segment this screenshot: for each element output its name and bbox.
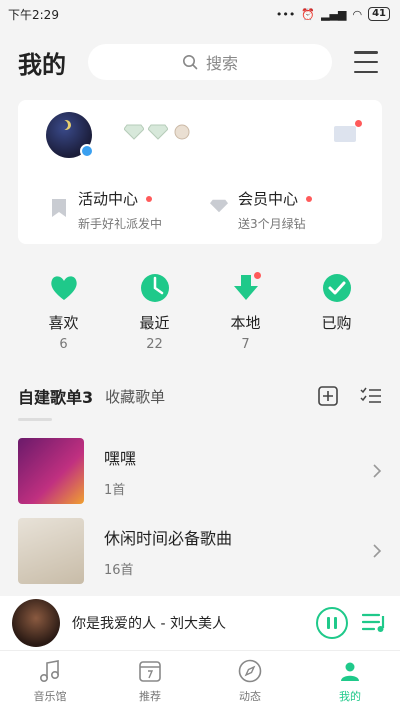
pause-bar (334, 617, 337, 629)
wifi-icon: ◠ (352, 7, 363, 21)
level-badge-icon (174, 124, 190, 140)
signal-icon: ▂▄▆ (321, 7, 347, 21)
playlist-count: 1首 (104, 482, 126, 498)
nav-recommend[interactable]: 推荐 (100, 651, 200, 711)
moon-icon (58, 120, 68, 130)
quick-count: 7 (241, 337, 250, 352)
playlist-cover (18, 438, 84, 504)
diamond-icon (210, 199, 228, 213)
status-icons: ••• ⏰ ▂▄▆ ◠ 41 (276, 7, 390, 21)
search-icon (182, 55, 198, 70)
nav-label: 我的 (339, 690, 361, 703)
now-playing-title: 你是我爱的人 - 刘大美人 (72, 616, 226, 632)
mail-icon[interactable] (334, 126, 356, 142)
activity-center-text: 活动中心 新手好礼派发中 (78, 188, 162, 232)
quick-local[interactable]: 本地 7 (200, 272, 291, 352)
quick-label: 已购 (321, 314, 352, 332)
notification-dot (254, 272, 261, 279)
activity-center-subtitle: 新手好礼派发中 (78, 217, 163, 231)
playlist-title: 嘿嘿 (104, 448, 137, 468)
pause-button[interactable] (316, 607, 348, 639)
menu-button[interactable] (354, 51, 378, 73)
album-art[interactable] (12, 599, 60, 647)
nav-label: 动态 (239, 690, 261, 703)
playlist-count: 16首 (104, 562, 134, 578)
nav-music-hall[interactable]: 音乐馆 (0, 651, 100, 711)
header: 我的 搜索 (0, 40, 400, 84)
tab-created-playlists[interactable]: 自建歌单3 (18, 384, 93, 408)
quick-recent[interactable]: 最近 22 (109, 272, 200, 352)
quick-purchased[interactable]: 已购 (291, 272, 382, 352)
bottom-nav: 音乐馆 推荐 动态 我的 (0, 650, 400, 711)
playlist-queue-icon[interactable] (362, 612, 388, 634)
vip-badges[interactable] (124, 124, 192, 140)
nav-label: 音乐馆 (33, 690, 67, 703)
playlist-title: 休闲时间必备歌曲 (104, 528, 233, 548)
chevron-right-icon (373, 544, 382, 558)
quick-count: 6 (59, 337, 68, 352)
status-time: 下午2:29 (8, 7, 59, 22)
activity-center-title: 活动中心 (78, 190, 139, 208)
playlist-cover (18, 518, 84, 584)
mini-player[interactable]: 你是我爱的人 - 刘大美人 (0, 596, 400, 650)
bookmark-icon (52, 199, 66, 217)
vip-center[interactable]: 会员中心 送3个月绿钻 (210, 188, 313, 232)
nav-mine[interactable]: 我的 (300, 651, 400, 711)
profile-icon (341, 662, 359, 681)
quick-label: 本地 (230, 314, 261, 332)
check-icon (322, 274, 351, 302)
nav-label: 推荐 (139, 690, 161, 703)
status-bar: 下午2:29 ••• ⏰ ▂▄▆ ◠ 41 (0, 0, 400, 28)
activity-center[interactable]: 活动中心 新手好礼派发中 (50, 188, 162, 232)
quick-label: 最近 (139, 314, 170, 332)
quick-count: 22 (146, 337, 163, 352)
notification-dot (146, 195, 153, 202)
vip-center-text: 会员中心 送3个月绿钻 (238, 188, 313, 232)
playlist-text: 休闲时间必备歌曲 16首 (104, 525, 232, 578)
alarm-icon: ⏰ (301, 7, 316, 21)
notification-dot (306, 195, 313, 202)
playlist-actions (318, 386, 382, 406)
quick-access: 喜欢 6 最近 22 本地 7 已购 (18, 272, 382, 352)
chevron-right-icon (373, 464, 382, 478)
playlist-item[interactable]: 嘿嘿 1首 (18, 438, 382, 504)
tab-underline (18, 418, 52, 421)
battery-indicator: 41 (368, 7, 390, 21)
playlist-item[interactable]: 休闲时间必备歌曲 16首 (18, 518, 382, 584)
clock-icon (140, 274, 169, 302)
profile-card: 活动中心 新手好礼派发中 会员中心 送3个月绿钻 (18, 100, 382, 244)
vip-center-title: 会员中心 (238, 190, 299, 208)
pause-bar (327, 617, 330, 629)
search-placeholder: 搜索 (205, 54, 238, 73)
playlist-tabs: 自建歌单3 收藏歌单 (18, 384, 382, 421)
more-dots-icon: ••• (275, 7, 296, 21)
menu-line (354, 51, 378, 54)
calendar-icon (139, 661, 161, 682)
search-input[interactable]: 搜索 (88, 44, 332, 80)
compass-icon (238, 659, 262, 683)
quick-label: 喜欢 (48, 314, 79, 332)
manage-playlist-icon[interactable] (360, 387, 382, 405)
notification-dot (355, 120, 362, 127)
menu-line (354, 60, 378, 64)
playlist-text: 嘿嘿 1首 (104, 445, 136, 498)
page-title: 我的 (18, 50, 66, 79)
tab-collected-playlists[interactable]: 收藏歌单 (105, 386, 165, 407)
diamond-icon (124, 124, 144, 140)
quick-favorites[interactable]: 喜欢 6 (18, 272, 109, 352)
gender-badge-icon (80, 144, 94, 158)
diamond-icon (148, 124, 168, 140)
add-playlist-icon[interactable] (318, 386, 338, 406)
menu-line (354, 70, 378, 73)
nav-feed[interactable]: 动态 (200, 651, 300, 711)
vip-center-subtitle: 送3个月绿钻 (238, 217, 306, 231)
music-note-icon (39, 660, 60, 682)
heart-icon (50, 276, 77, 300)
